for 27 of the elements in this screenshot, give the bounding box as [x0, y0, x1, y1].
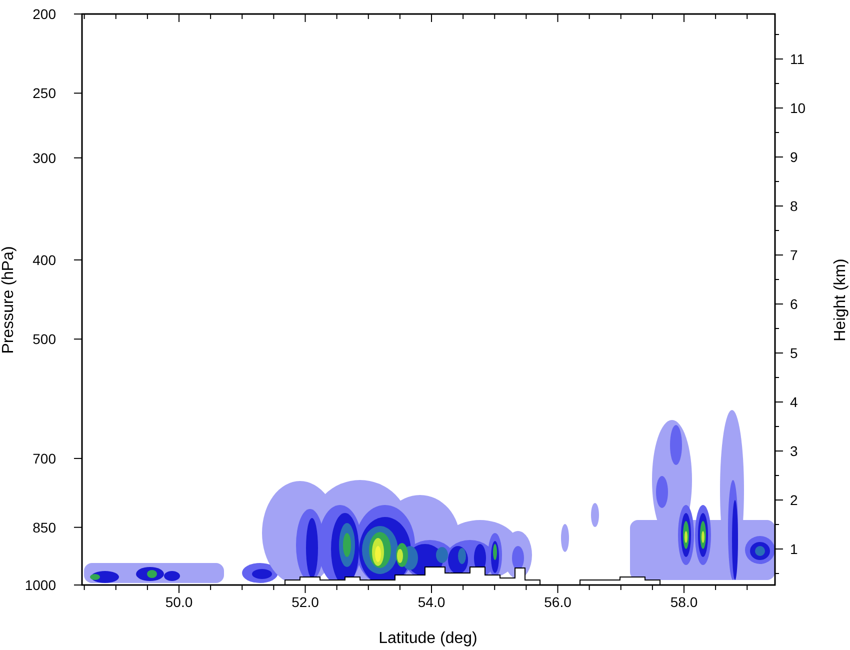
- tick-label: 850: [32, 519, 56, 536]
- axis-title: Latitude (deg): [378, 630, 478, 647]
- tick-label: 6: [790, 296, 798, 312]
- tick-label: 250: [32, 85, 56, 102]
- tick-label: 4: [790, 394, 798, 410]
- tick-label: 7: [790, 247, 798, 263]
- axis-title: Pressure (hPa): [0, 246, 17, 354]
- tick-label: 8: [790, 198, 798, 214]
- tick-label: 11: [790, 51, 805, 67]
- tick-label: 300: [32, 150, 56, 166]
- tick-label: 10: [790, 100, 806, 116]
- tick-label: 2: [790, 492, 798, 508]
- tick-label: 56.0: [544, 594, 572, 610]
- tick-label: 700: [32, 450, 56, 466]
- tick-label: 500: [32, 331, 56, 348]
- tick-label: 1: [790, 541, 798, 557]
- tick-label: 9: [790, 149, 798, 165]
- tick-label: 52.0: [292, 594, 319, 610]
- tick-label: 50.0: [165, 594, 193, 610]
- tick-label: 5: [790, 345, 798, 361]
- tick-label: 400: [32, 252, 56, 268]
- tick-label: 58.0: [670, 594, 698, 610]
- tick-label: 200: [32, 6, 56, 22]
- tick-label: 1000: [24, 577, 56, 593]
- tick-label: 54.0: [418, 594, 446, 610]
- axis-title: Height (km): [832, 258, 849, 342]
- tick-label: 3: [790, 443, 798, 459]
